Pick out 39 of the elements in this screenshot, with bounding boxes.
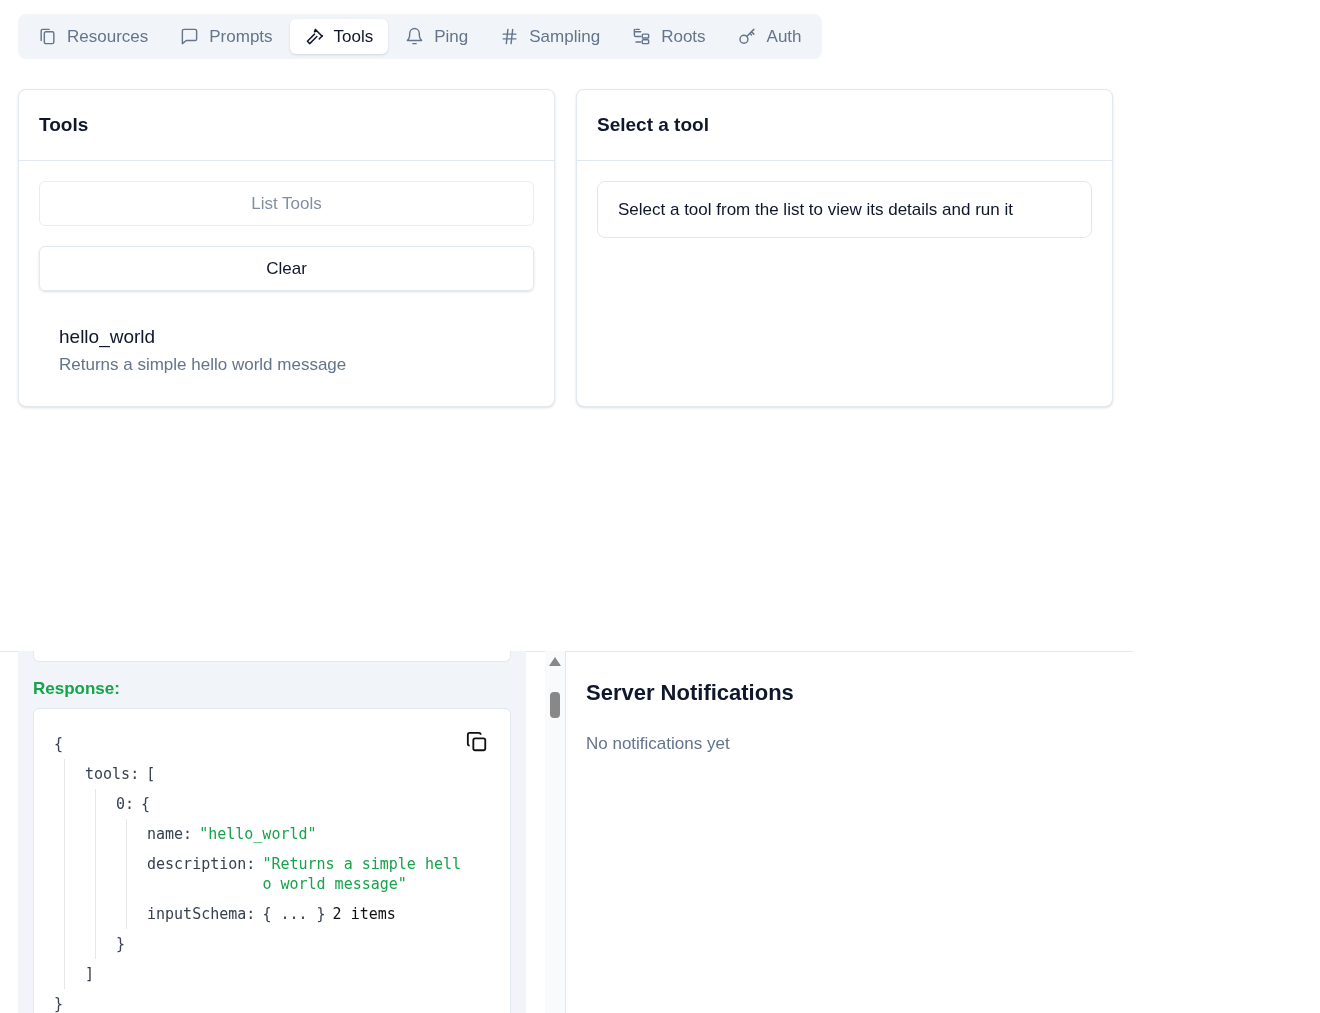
tool-description: Returns a simple hello world message <box>59 354 348 376</box>
json-bracket: { <box>54 733 64 754</box>
collapsed-object: { ... } <box>262 903 326 924</box>
json-key: tools: <box>85 763 140 784</box>
json-string-value: "hello_world" <box>199 823 318 844</box>
scrollbar[interactable] <box>545 651 566 1013</box>
tab[interactable]: Resources <box>23 19 164 54</box>
json-bracket: { <box>141 793 151 814</box>
tab[interactable]: Sampling <box>485 19 616 54</box>
card-title: Tools <box>39 112 89 137</box>
tool-name[interactable]: hello_world <box>59 325 514 349</box>
json-bracket: } <box>116 933 126 954</box>
tab[interactable]: Auth <box>722 19 817 54</box>
tab[interactable]: Roots <box>617 19 721 54</box>
tab[interactable]: Ping <box>390 19 484 54</box>
section-title: Server Notifications <box>586 679 794 707</box>
json-bracket: ] <box>85 963 95 984</box>
json-key: inputSchema: <box>147 903 256 924</box>
item-count: 2 items <box>332 903 396 924</box>
info-message: Select a tool from the list to view its details and run it <box>597 181 1092 238</box>
tree-icon <box>632 27 652 46</box>
tab[interactable]: Prompts <box>165 19 288 54</box>
card-title: Select a tool <box>597 112 709 137</box>
bell-icon <box>405 27 425 46</box>
json-bracket: } <box>54 993 64 1013</box>
json-key: name: <box>147 823 193 844</box>
files-icon <box>38 27 57 46</box>
json-string-value: "Returns a simple hello world message" <box>262 853 463 894</box>
hammer-icon <box>304 27 324 46</box>
copy-icon[interactable] <box>466 730 488 753</box>
json-key: description: <box>147 853 256 874</box>
empty-message: No notifications yet <box>586 733 731 755</box>
action-button[interactable]: Clear <box>39 246 534 291</box>
tab[interactable]: Tools <box>289 19 389 54</box>
json-key: 0: <box>116 793 135 814</box>
speech-bubble-icon <box>180 27 200 46</box>
response-label: Response: <box>33 678 121 700</box>
key-icon <box>737 27 757 46</box>
json-bracket: [ <box>146 763 156 784</box>
